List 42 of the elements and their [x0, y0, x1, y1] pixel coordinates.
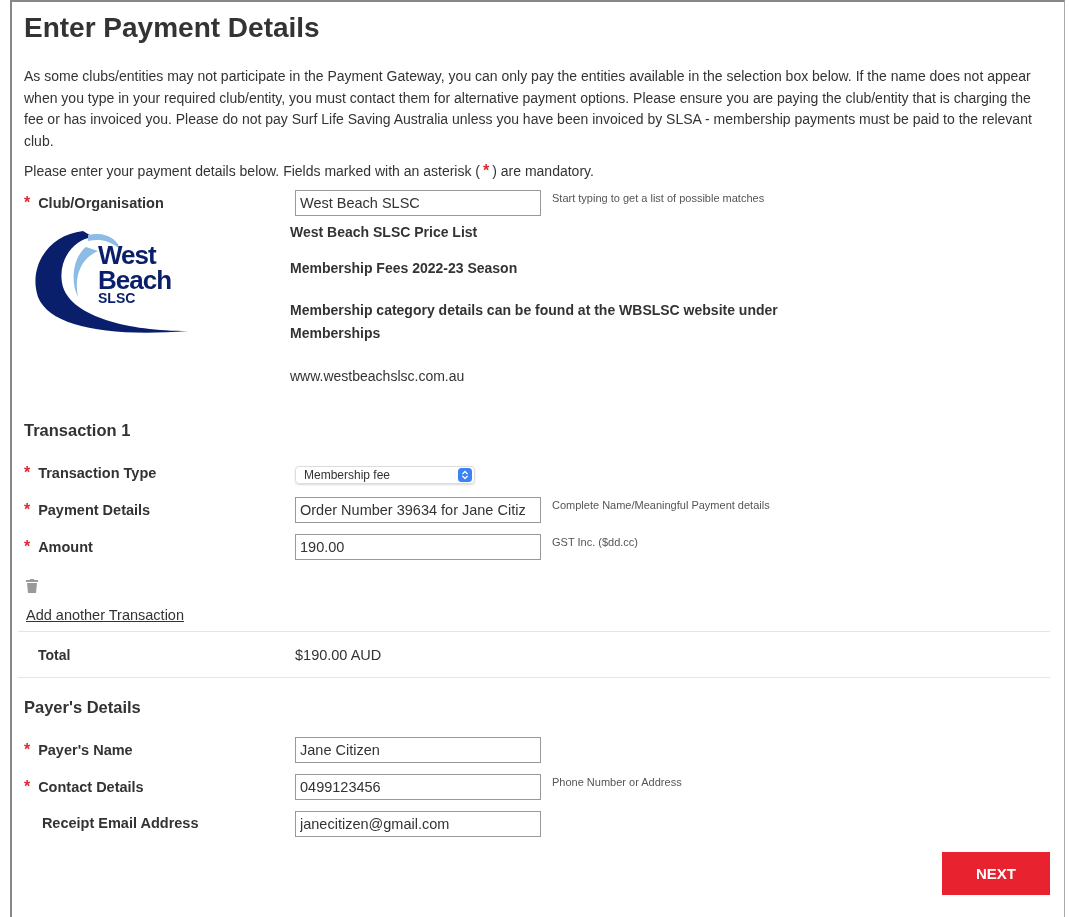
trash-icon[interactable] — [26, 579, 38, 593]
required-asterisk: * — [483, 162, 490, 179]
text-field[interactable]: 0499123456 — [295, 774, 541, 800]
total-label: Total — [37, 646, 72, 663]
section-heading: Payer's Details — [24, 698, 142, 717]
field-hint: Complete Name/Meaningful Payment details — [552, 499, 770, 511]
text-field[interactable]: 190.00 — [295, 534, 541, 560]
page-title: Enter Payment Details — [24, 12, 321, 44]
required-asterisk: * — [24, 741, 31, 758]
transaction-type-select[interactable]: Membership fee — [295, 466, 475, 484]
text-field[interactable]: West Beach SLSC — [295, 190, 541, 216]
text-field[interactable]: Jane Citizen — [295, 737, 541, 763]
field-label: Club/Organisation — [38, 195, 164, 211]
club-info-text: West Beach SLSC Price List — [290, 223, 479, 242]
club-info-text: Membership Fees 2022-23 Season — [290, 259, 519, 278]
next-button[interactable]: NEXT — [942, 852, 1050, 895]
field-label: Amount — [38, 539, 93, 555]
required-asterisk: * — [24, 501, 31, 518]
required-asterisk: * — [24, 464, 31, 481]
field-label: Transaction Type — [38, 465, 157, 481]
text-field[interactable]: janecitizen@gmail.com — [295, 811, 541, 837]
section-heading: Transaction 1 — [24, 421, 132, 440]
instruction-text: Please enter your payment details below. Fields marked with an asterisk ( — [24, 163, 480, 179]
field-label: Receipt Email Address — [41, 815, 199, 831]
field-hint: GST Inc. ($dd.cc) — [552, 536, 638, 548]
intro-paragraph: As some clubs/entities may not participate in the Payment Gateway, you can only pay the entities available in the selection box below. If the name does not appear when you type in your required club/entity, you must contact them for alternative payment options. Please ensure you are paying the club/entity that is charging the fee or has invoiced you. Please do not pay Surf Life Saving Australia unless you have been invoiced by SLSA - membership payments must be paid to the relevant club. — [24, 67, 1033, 151]
total-value: $190.00 AUD — [295, 646, 382, 663]
add-transaction-link[interactable]: Add another Transaction — [26, 607, 184, 623]
club-info-text: www.westbeachslsc.com.au — [290, 367, 466, 386]
dropdown-arrows-icon — [458, 468, 472, 482]
club-logo: West Beach SLSC — [24, 221, 290, 341]
club-info-text: Membership category details can be found at the WBSLSC website under Memberships — [290, 301, 779, 343]
required-asterisk: * — [24, 194, 31, 211]
field-label: Contact Details — [38, 779, 144, 795]
instruction-text: ) are mandatory. — [492, 163, 594, 179]
required-asterisk: * — [24, 778, 31, 795]
required-asterisk: * — [24, 538, 31, 555]
field-label: Payer's Name — [38, 742, 133, 758]
field-label: Payment Details — [38, 502, 151, 518]
text-field[interactable]: Order Number 39634 for Jane Citiz — [295, 497, 541, 523]
field-hint: Start typing to get a list of possible matches — [552, 192, 765, 204]
field-hint: Phone Number or Address — [552, 776, 682, 788]
